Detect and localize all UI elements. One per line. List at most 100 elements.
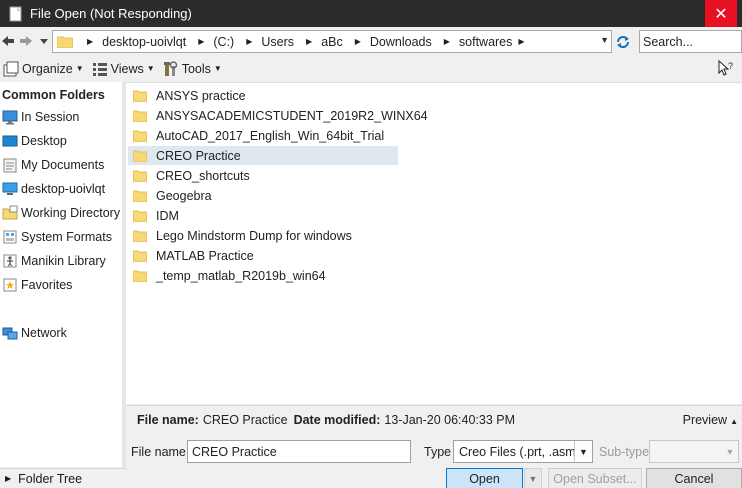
views-icon	[92, 62, 107, 76]
subtype-label: Sub-type	[599, 445, 650, 459]
title-bar: File Open (Not Responding) ✕	[0, 0, 742, 27]
sidebar-item-working-directory[interactable]: Working Directory	[2, 203, 120, 223]
folder-icon	[133, 210, 147, 222]
sidebar-title: Common Folders	[2, 88, 105, 102]
breadcrumb-item[interactable]: ▶ aBc	[302, 35, 343, 49]
list-item[interactable]: _temp_matlab_R2019b_win64	[128, 266, 398, 285]
address-bar: ▶ desktop-uoivlqt ▶ (C:) ▶ Users ▶ aBc ▶ Down…	[0, 28, 742, 55]
type-select[interactable]: Creo Files (.prt, .asm, ▼	[453, 440, 593, 463]
file-form: File name: CREO Practice Type Creo Files…	[126, 434, 742, 488]
folder-tree-toggle[interactable]: ▶ Folder Tree	[0, 468, 126, 488]
toolbar: Organize ▼ Views ▼ Tools ▼ ?	[0, 56, 742, 81]
path-dropdown-icon[interactable]: ▼	[600, 35, 609, 45]
file-list: ANSYS practice ANSYSACADEMICSTUDENT_2019…	[126, 82, 742, 404]
monitor-icon	[2, 110, 18, 125]
network-icon	[2, 327, 18, 340]
chevron-right-icon: ▶	[518, 37, 525, 46]
chevron-down-icon[interactable]: ▼	[574, 441, 592, 462]
system-formats-icon	[3, 230, 17, 244]
window-title: File Open (Not Responding)	[30, 6, 192, 21]
list-item[interactable]: IDM	[128, 206, 398, 225]
sidebar-item-my-documents[interactable]: My Documents	[2, 155, 104, 175]
path-breadcrumb[interactable]: ▶ desktop-uoivlqt ▶ (C:) ▶ Users ▶ aBc ▶ Down…	[52, 30, 612, 53]
folder-icon	[133, 110, 147, 122]
sidebar-item-network[interactable]: Network	[2, 323, 67, 343]
open-button[interactable]: Open	[446, 468, 523, 488]
chevron-right-icon: ▶	[87, 37, 94, 46]
breadcrumb-item[interactable]: ▶ softwares ▶	[440, 35, 534, 49]
list-item[interactable]: Lego Mindstorm Dump for windows	[128, 226, 398, 245]
tools-icon	[163, 60, 177, 76]
sidebar-item-in-session[interactable]: In Session	[2, 107, 79, 127]
chevron-right-icon: ▶	[5, 474, 12, 483]
breadcrumb-item[interactable]: ▶ desktop-uoivlqt	[83, 35, 186, 49]
folder-icon	[133, 250, 147, 262]
search-input[interactable]: Search...	[639, 30, 742, 53]
list-item[interactable]: Geogebra	[128, 186, 398, 205]
chevron-right-icon: ▶	[246, 37, 253, 46]
close-button[interactable]: ✕	[705, 0, 737, 27]
documents-icon	[3, 158, 17, 173]
folder-icon	[57, 36, 73, 48]
forward-button[interactable]	[19, 34, 33, 48]
chevron-down-icon: ▼	[213, 64, 222, 73]
sidebar-item-desktop[interactable]: Desktop	[2, 131, 67, 151]
chevron-right-icon: ▶	[306, 37, 313, 46]
list-item-selected[interactable]: CREO Practice	[128, 146, 398, 165]
detail-date: 13-Jan-20 06:40:33 PM	[384, 412, 516, 427]
breadcrumb-item[interactable]: ▶ (C:)	[194, 35, 234, 49]
file-open-app-icon	[9, 6, 22, 21]
folder-icon	[133, 90, 147, 102]
refresh-icon	[617, 35, 629, 48]
subtype-select: ▼	[649, 440, 739, 463]
close-icon: ✕	[714, 5, 728, 23]
refresh-button[interactable]	[613, 31, 633, 52]
list-item[interactable]: ANSYS practice	[128, 86, 398, 105]
sidebar-item-system-formats[interactable]: System Formats	[2, 227, 112, 247]
sidebar-item-manikin-library[interactable]: Manikin Library	[2, 251, 106, 271]
chevron-down-icon: ▼	[725, 446, 735, 457]
list-item[interactable]: MATLAB Practice	[128, 246, 398, 265]
forward-arrow-icon	[20, 36, 32, 46]
detail-file-name: CREO Practice	[202, 412, 288, 427]
list-item[interactable]: CREO_shortcuts	[128, 166, 398, 185]
detail-file-name-label: File name:	[137, 412, 199, 427]
breadcrumb-item[interactable]: ▶ Users	[242, 35, 294, 49]
folder-icon	[133, 230, 147, 242]
back-arrow-icon	[2, 36, 14, 46]
history-dropdown[interactable]	[37, 34, 51, 48]
chevron-up-icon: ▲	[730, 417, 738, 426]
folder-icon	[133, 150, 147, 162]
preview-toggle[interactable]: Preview ▲	[683, 413, 738, 427]
sidebar-item-favorites[interactable]: Favorites	[2, 275, 72, 295]
file-details-bar: File name: CREO Practice Date modified: …	[126, 405, 742, 433]
type-label: Type	[424, 445, 452, 459]
chevron-down-icon	[40, 38, 48, 44]
computer-icon	[2, 182, 18, 195]
file-name-label: File name:	[131, 445, 190, 459]
chevron-down-icon: ▼	[146, 64, 155, 73]
chevron-right-icon: ▶	[198, 37, 205, 46]
organize-icon	[3, 61, 19, 76]
working-directory-icon	[2, 205, 18, 220]
detail-date-label: Date modified:	[293, 412, 381, 427]
file-name-input[interactable]: CREO Practice	[187, 440, 411, 463]
favorites-icon	[3, 278, 17, 292]
svg-text:?: ?	[728, 61, 733, 71]
folder-icon	[133, 190, 147, 202]
context-help-icon[interactable]: ?	[718, 60, 734, 76]
chevron-right-icon: ▶	[354, 37, 361, 46]
back-button[interactable]	[1, 34, 15, 48]
chevron-down-icon: ▼	[75, 64, 84, 73]
breadcrumb-item[interactable]: ▶ Downloads	[351, 35, 432, 49]
folder-icon	[133, 170, 147, 182]
open-options-button[interactable]: ▼	[524, 468, 542, 488]
tools-menu[interactable]: Tools ▼	[163, 60, 222, 77]
list-item[interactable]: AutoCAD_2017_English_Win_64bit_Trial	[128, 126, 398, 145]
cancel-button[interactable]: Cancel	[646, 468, 742, 488]
organize-menu[interactable]: Organize ▼	[3, 61, 84, 77]
list-item[interactable]: ANSYSACADEMICSTUDENT_2019R2_WINX64	[128, 106, 428, 125]
views-menu[interactable]: Views ▼	[92, 61, 155, 77]
sidebar-item-computer[interactable]: desktop-uoivlqt	[2, 179, 105, 199]
folder-icon	[133, 130, 147, 142]
